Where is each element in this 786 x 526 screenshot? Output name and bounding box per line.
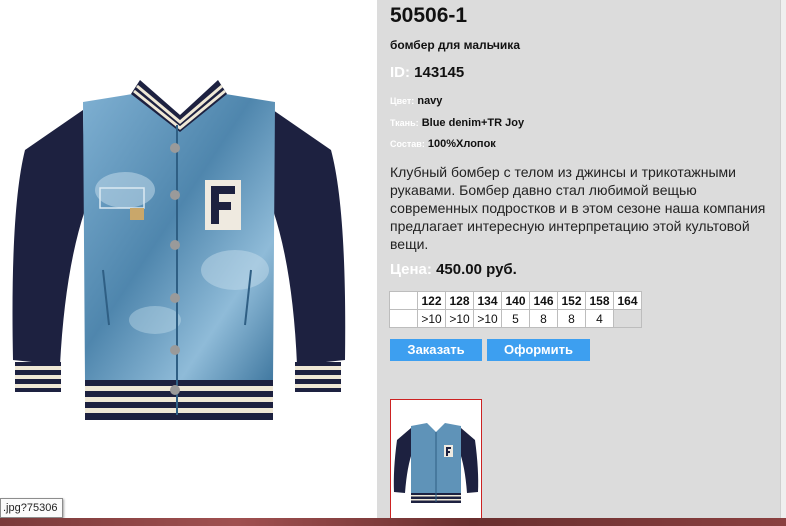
color-label: Цвет: xyxy=(390,96,415,106)
size-stock-table: 122 128 134 140 146 152 158 164 >10 >10 … xyxy=(389,291,642,328)
thumbnail-jacket-image xyxy=(393,423,479,503)
composition-value: 100%Хлопок xyxy=(427,138,496,150)
fabric-label: Ткань: xyxy=(390,118,419,128)
fabric-row: Ткань: Blue denim+TR Joy xyxy=(390,117,524,129)
image-url-tooltip: .jpg?75306 xyxy=(0,498,64,518)
product-photo-jacket[interactable] xyxy=(5,70,360,425)
price-value: 450.00 руб. xyxy=(436,261,517,278)
composition-row: Состав: 100%Хлопок xyxy=(390,138,496,150)
size-header-row: 122 128 134 140 146 152 158 164 xyxy=(389,291,642,310)
product-image-pane: .jpg?75306 xyxy=(0,0,377,526)
size-stock-label-cell xyxy=(389,309,418,328)
price-label: Цена: xyxy=(390,261,432,278)
size-header: 134 xyxy=(473,291,502,310)
product-id-label: ID: xyxy=(390,64,410,81)
size-header: 122 xyxy=(417,291,446,310)
size-header: 128 xyxy=(445,291,474,310)
scrollbar-track[interactable] xyxy=(780,0,786,526)
size-stock-row: >10 >10 >10 5 8 8 4 xyxy=(389,309,642,328)
bottom-banner-strip xyxy=(0,518,786,526)
product-sku: 50506-1 xyxy=(390,4,468,27)
size-header: 146 xyxy=(529,291,558,310)
size-table-corner xyxy=(389,291,418,310)
size-stock-cell[interactable]: 8 xyxy=(529,309,558,328)
product-thumbnail[interactable] xyxy=(390,399,482,521)
price-row: Цена: 450.00 руб. xyxy=(390,261,517,278)
product-subtitle: бомбер для мальчика xyxy=(390,38,520,52)
size-stock-cell[interactable]: >10 xyxy=(445,309,474,328)
composition-label: Состав: xyxy=(390,139,425,149)
size-header: 158 xyxy=(585,291,614,310)
color-value: navy xyxy=(417,95,443,107)
checkout-button[interactable]: Оформить xyxy=(487,339,590,361)
size-header: 152 xyxy=(557,291,586,310)
size-stock-cell[interactable]: >10 xyxy=(473,309,502,328)
color-row: Цвет: navy xyxy=(390,95,442,107)
order-button[interactable]: Заказать xyxy=(390,339,482,361)
product-info-panel: 50506-1 бомбер для мальчика ID: 143145 Ц… xyxy=(377,0,780,526)
size-stock-cell[interactable]: >10 xyxy=(417,309,446,328)
size-stock-cell[interactable]: 4 xyxy=(585,309,614,328)
product-description: Клубный бомбер с телом из джинсы и трико… xyxy=(390,164,766,252)
fabric-value: Blue denim+TR Joy xyxy=(421,117,525,129)
product-id-row: ID: 143145 xyxy=(390,64,464,81)
size-header: 140 xyxy=(501,291,530,310)
size-header: 164 xyxy=(613,291,642,310)
product-id-value: 143145 xyxy=(414,64,465,81)
size-stock-cell[interactable]: 8 xyxy=(557,309,586,328)
size-stock-cell[interactable]: 5 xyxy=(501,309,530,328)
size-stock-cell-unavailable xyxy=(613,309,642,328)
